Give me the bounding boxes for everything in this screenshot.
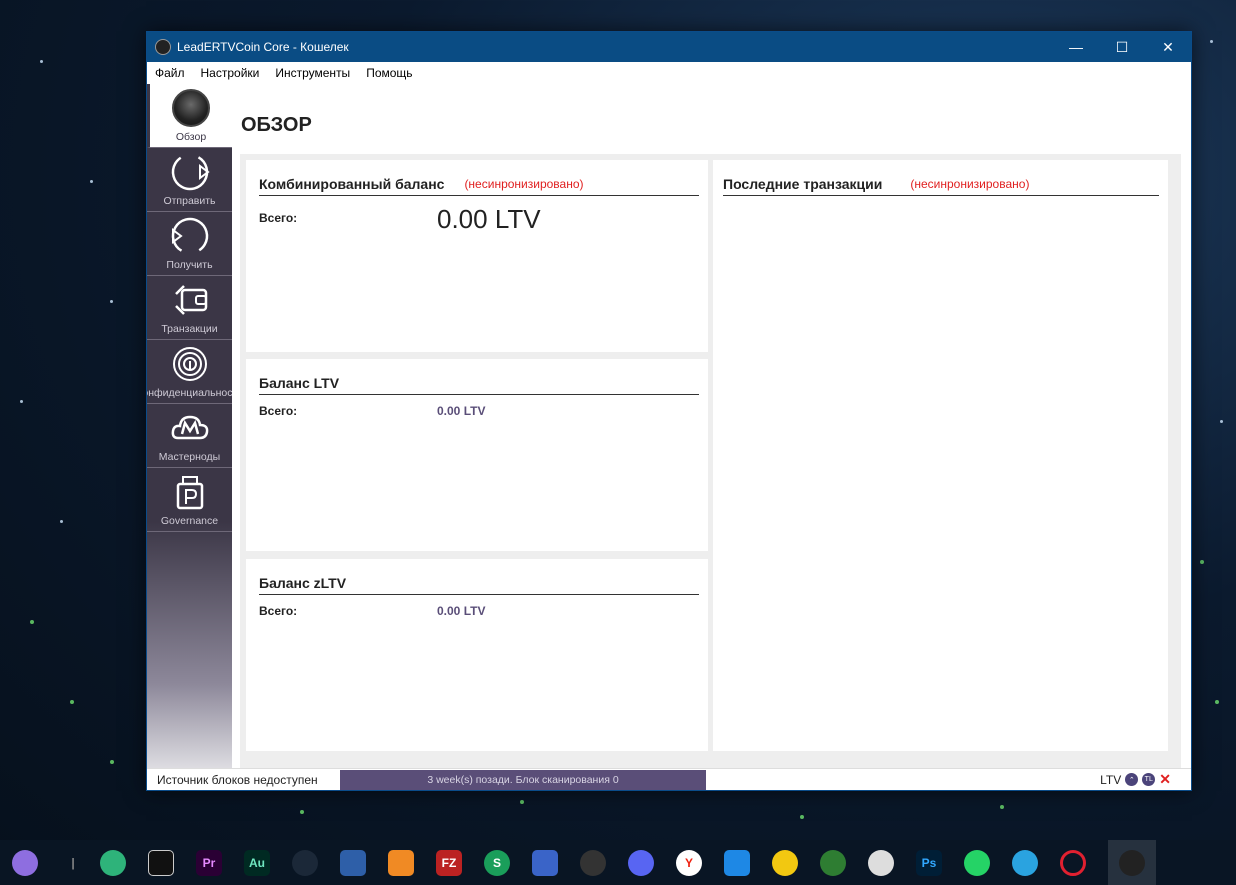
menu-settings[interactable]: Настройки [193,66,268,80]
unsynced-status: (несинронизировано) [910,176,1030,191]
taskbar-wallet-active[interactable] [1108,840,1156,885]
whatsapp-icon[interactable] [964,849,990,876]
combined-balance-title: Комбинированный баланс [259,175,445,192]
audition-icon[interactable]: Au [244,849,270,876]
remote-desktop-icon[interactable] [532,849,558,876]
start-icon[interactable] [12,849,38,876]
zltv-total-value: 0.00 LTV [437,604,486,618]
sidebar-item-privacy[interactable]: Конфиденциальность [147,340,232,404]
telegram-icon[interactable] [1012,849,1038,876]
tor-badge[interactable]: TL [1142,773,1156,786]
sidebar-item-send[interactable]: Отправить [147,148,232,212]
menu-file[interactable]: Файл [147,66,193,80]
terminal-icon[interactable] [148,849,174,876]
sidebar-item-label: Обзор [175,131,207,143]
masternode-cloud-icon [170,408,210,448]
recent-transactions-title: Последние транзакции [723,175,883,192]
downloader-icon[interactable] [820,849,846,876]
maximize-button[interactable]: ☐ [1099,32,1145,62]
send-icon [170,152,210,192]
status-bar: Источник блоков недоступен 3 week(s) поз… [147,768,1191,790]
total-label: Всего: [259,404,298,418]
sync-progress-bar: 3 week(s) позади. Блок сканирования 0 [340,769,706,790]
sidebar-item-label: Governance [160,515,219,527]
opera-icon[interactable] [1060,849,1086,876]
sidebar-item-label: Получить [166,259,213,271]
window-title: LeadERTVCoin Core - Кошелек [177,40,349,54]
wallet-icon [170,280,210,320]
wallet-app-icon [1119,849,1145,876]
sidebar-item-masternodes[interactable]: Мастерноды [147,404,232,468]
filezilla-icon[interactable]: FZ [436,849,462,876]
photoshop-icon[interactable]: Ps [916,849,942,876]
zltv-balance-title: Баланс zLTV [259,574,347,591]
minimize-button[interactable]: — [1053,32,1099,62]
combined-balance-card: Комбинированный баланс (несинронизирован… [246,160,708,352]
combined-total-value: 0.00 LTV [437,204,541,234]
block-source-status: Источник блоков недоступен [157,772,318,787]
sidebar-item-receive[interactable]: Получить [147,212,232,276]
menu-tools[interactable]: Инструменты [267,66,358,80]
discord-icon[interactable] [628,849,654,876]
atom-icon[interactable] [100,849,126,876]
zltv-balance-card: Баланс zLTV Всего: 0.00 LTV [246,559,708,751]
total-label: Всего: [259,211,298,225]
unsynced-status: (несинронизировано) [464,176,584,191]
menu-bar: Файл Настройки Инструменты Помощь [147,62,1191,84]
paint-icon[interactable] [868,849,894,876]
recent-transactions-card: Последние транзакции (несинронизировано) [713,160,1168,751]
premiere-icon[interactable]: Pr [196,849,222,876]
sidebar-item-transactions[interactable]: Транзакции [147,276,232,340]
sidebar-item-overview[interactable]: Обзор [147,84,232,148]
page-title: ОБЗОР [241,114,312,136]
close-button[interactable]: ✕ [1145,32,1191,62]
avatar-icon [172,89,210,127]
wallet-window: LeadERTVCoin Core - Кошелек — ☐ ✕ Файл Н… [146,31,1192,791]
receive-icon [170,216,210,256]
title-bar[interactable]: LeadERTVCoin Core - Кошелек — ☐ ✕ [147,32,1191,62]
taskbar-divider-icon: | [71,855,75,870]
ltv-balance-card: Баланс LTV Всего: 0.00 LTV [246,359,708,551]
ltv-total-value: 0.00 LTV [437,404,486,418]
spotify-icon[interactable]: S [484,849,510,876]
sidebar-item-label: Конфиденциальность [147,387,232,399]
staking-status-icon[interactable]: ⌃ [1125,773,1139,786]
smiley-app-icon[interactable] [772,849,798,876]
sidebar-item-label: Мастерноды [158,451,221,463]
steam-icon[interactable] [292,849,318,876]
ltv-balance-title: Баланс LTV [259,374,340,391]
fl-studio-icon[interactable] [388,849,414,876]
user-app-icon[interactable] [580,849,606,876]
sidebar: Обзор Отправить Получить Транзакции нфид… [147,84,232,790]
sidebar-item-label: Транзакции [161,323,218,335]
vscode-icon[interactable] [724,849,750,876]
disconnected-icon[interactable]: ✕ [1159,771,1171,788]
total-label: Всего: [259,604,298,618]
sync-progress-text: 3 week(s) позади. Блок сканирования 0 [427,773,619,786]
fingerprint-icon [170,344,210,384]
menu-help[interactable]: Помощь [358,66,420,80]
taskbar: | Pr Au FZ S Y Ps [0,840,1236,885]
sidebar-item-label: Отправить [163,195,216,207]
virtualbox-icon[interactable] [340,849,366,876]
main-content: ОБЗОР Комбинированный баланс (несинрониз… [232,84,1191,768]
yandex-icon[interactable]: Y [676,849,702,876]
app-logo-icon [155,39,171,55]
content-area: Комбинированный баланс (несинронизирован… [240,154,1181,768]
unit-label[interactable]: LTV [1100,773,1121,787]
governance-icon [170,472,210,512]
sidebar-item-governance[interactable]: Governance [147,468,232,532]
